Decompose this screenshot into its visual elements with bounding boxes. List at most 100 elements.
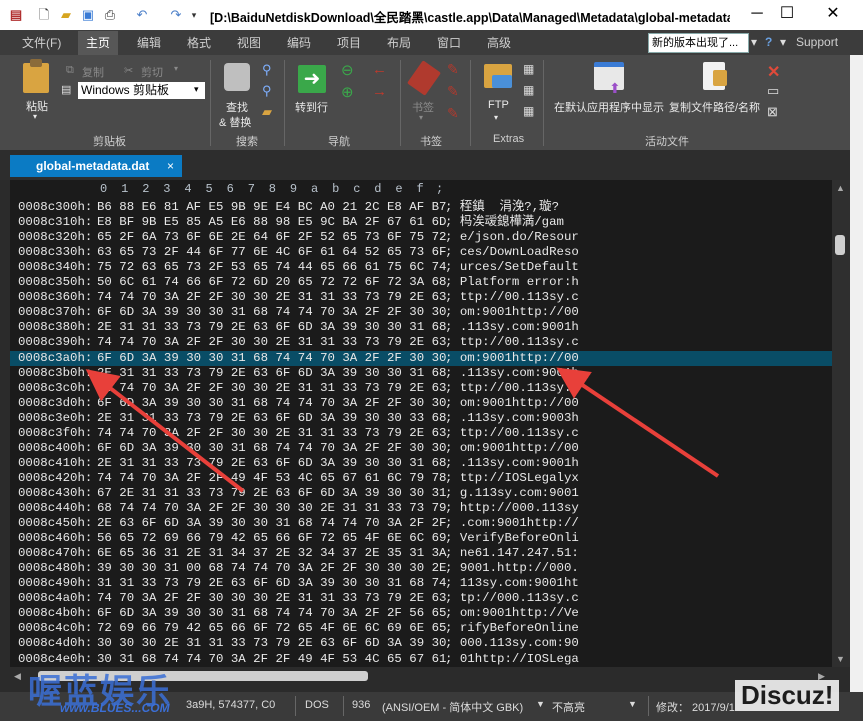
close-file-icon[interactable]: ✕ bbox=[767, 62, 780, 82]
menu-edit[interactable]: 编辑 bbox=[137, 34, 161, 52]
nav-next-icon[interactable]: → bbox=[372, 83, 387, 100]
hex-row[interactable]: 0008c480h: 39 30 30 31 00 68 74 74 70 3A … bbox=[10, 561, 832, 576]
menu-format[interactable]: 格式 bbox=[187, 34, 211, 52]
hex-row[interactable]: 0008c320h: 65 2F 6A 73 6F 6E 2E 64 6F 2F … bbox=[10, 230, 832, 245]
hex-row[interactable]: 0008c4c0h: 72 69 66 79 42 65 66 6F 72 65 … bbox=[10, 621, 832, 636]
help-icon[interactable]: ? bbox=[765, 35, 772, 49]
extras-tool-1-icon[interactable]: ▦ bbox=[523, 62, 534, 76]
menu-file[interactable]: 文件(F) bbox=[22, 34, 61, 52]
hex-row[interactable]: 0008c3e0h: 2E 31 31 33 73 79 2E 63 6F 6D … bbox=[10, 411, 832, 426]
hex-row[interactable]: 0008c340h: 75 72 63 65 73 2F 53 65 74 44 … bbox=[10, 260, 832, 275]
save-icon[interactable]: ▣ bbox=[80, 7, 96, 23]
redo-dropdown-icon[interactable]: ▾ bbox=[186, 7, 202, 23]
hex-row[interactable]: 0008c390h: 74 74 70 3A 2F 2F 30 30 2E 31 … bbox=[10, 335, 832, 350]
redo-icon[interactable]: ↷ bbox=[168, 7, 184, 23]
menu-advanced[interactable]: 高级 bbox=[487, 34, 511, 52]
cut-button[interactable]: 剪切 bbox=[141, 64, 163, 80]
hex-row[interactable]: 0008c3c0h: 74 74 70 3A 2F 2F 30 30 2E 31 … bbox=[10, 381, 832, 396]
menu-home[interactable]: 主页 bbox=[78, 31, 119, 55]
hex-row[interactable]: 0008c4b0h: 6F 6D 3A 39 30 30 31 68 74 74 … bbox=[10, 606, 832, 621]
ftp-button[interactable]: FTP bbox=[488, 99, 509, 111]
nav-back-icon[interactable]: ⊖ bbox=[341, 61, 354, 79]
hex-editor[interactable]: 0 1 2 3 4 5 6 7 8 9 a b c d e f; 0008c300h: B6 88 E6 81 … bbox=[10, 180, 832, 667]
hex-row[interactable]: 0008c420h: 74 74 70 3A 2F 2F 49 4F 53 4C … bbox=[10, 471, 832, 486]
hex-row[interactable]: 0008c310h: E8 BF 9B E5 85 A5 E6 88 98 E5 … bbox=[10, 215, 832, 230]
new-file-icon[interactable]: 🗋 bbox=[36, 7, 52, 23]
hex-row[interactable]: 0008c410h: 2E 31 31 33 73 79 2E 63 6F 6D … bbox=[10, 456, 832, 471]
hex-row[interactable]: 0008c4d0h: 30 30 30 2E 31 31 33 73 79 2E … bbox=[10, 636, 832, 651]
vertical-scroll-thumb[interactable] bbox=[835, 235, 845, 255]
find-replace-label-2[interactable]: & 替换 bbox=[219, 114, 251, 130]
status-highlight-dropdown-icon[interactable]: ▼ bbox=[536, 699, 545, 709]
bookmark-dropdown-icon[interactable]: ▾ bbox=[419, 113, 423, 122]
menu-view[interactable]: 视图 bbox=[237, 34, 261, 52]
find-replace-button[interactable]: 查找 bbox=[226, 99, 248, 115]
hex-row[interactable]: 0008c300h: B6 88 E6 81 AF E5 9B 9E E4 BC … bbox=[10, 200, 832, 215]
bookmark-clear-icon[interactable]: ✎ bbox=[447, 105, 459, 122]
hex-row[interactable]: 0008c440h: 68 74 74 70 3A 2F 2F 30 30 30 … bbox=[10, 501, 832, 516]
hex-row[interactable]: 0008c450h: 2E 63 6F 6D 3A 39 30 30 31 68 … bbox=[10, 516, 832, 531]
extras-tool-2-icon[interactable]: ▦ bbox=[523, 83, 534, 97]
scroll-down-icon[interactable]: ▼ bbox=[836, 654, 845, 664]
hex-row[interactable]: 0008c400h: 6F 6D 3A 39 30 30 31 68 74 74 … bbox=[10, 441, 832, 456]
close-button[interactable]: ✕ bbox=[813, 2, 853, 26]
hex-row[interactable]: 0008c3a0h: 6F 6D 3A 39 30 30 31 68 74 74 … bbox=[10, 350, 832, 366]
find-folder-icon[interactable]: ▰ bbox=[262, 104, 272, 120]
hex-row[interactable]: 0008c4a0h: 74 70 3A 2F 2F 30 30 30 2E 31 … bbox=[10, 591, 832, 606]
goto-line-button[interactable]: 转到行 bbox=[295, 99, 328, 115]
help-dropdown-icon[interactable]: ▾ bbox=[780, 35, 786, 49]
ftp-dropdown-icon[interactable]: ▾ bbox=[494, 113, 498, 122]
tab-global-metadata[interactable]: global-metadata.dat × bbox=[10, 155, 182, 177]
copy-button[interactable]: 复制 bbox=[82, 64, 104, 80]
menu-project[interactable]: 项目 bbox=[337, 34, 361, 52]
hex-row[interactable]: 0008c3b0h: 2E 31 31 33 73 79 2E 63 6F 6D … bbox=[10, 366, 832, 381]
tab-close-icon[interactable]: × bbox=[167, 155, 174, 177]
maximize-button[interactable]: ☐ bbox=[767, 2, 807, 26]
print-icon[interactable]: ⎙ bbox=[102, 7, 118, 23]
clipboard-select-chevron-down-icon[interactable]: ▾ bbox=[194, 84, 199, 95]
clipboard-select[interactable]: Windows 剪贴板 bbox=[78, 82, 205, 99]
open-default-app-button[interactable]: 在默认应用程序中显示 bbox=[554, 99, 664, 115]
scroll-up-icon[interactable]: ▲ bbox=[836, 183, 845, 193]
bookmark-next-icon[interactable]: ✎ bbox=[447, 83, 459, 100]
hex-row[interactable]: 0008c350h: 50 6C 61 74 66 6F 72 6D 20 65 … bbox=[10, 275, 832, 290]
support-link[interactable]: Support bbox=[796, 35, 838, 49]
hex-row[interactable]: 0008c490h: 31 31 33 73 79 2E 63 6F 6D 3A … bbox=[10, 576, 832, 591]
menu-window[interactable]: 窗口 bbox=[437, 34, 461, 52]
notice-dropdown-icon[interactable]: ▾ bbox=[751, 35, 757, 49]
hex-row-hex: 6F 6D 3A 39 30 30 31 68 74 74 70 3A 2F 2… bbox=[97, 395, 447, 410]
vertical-scrollbar[interactable]: ▲ ▼ bbox=[832, 180, 850, 667]
hex-row[interactable]: 0008c330h: 63 65 73 2F 44 6F 77 6E 4C 6F … bbox=[10, 245, 832, 260]
update-notice[interactable]: 新的版本出现了... bbox=[648, 33, 749, 53]
hex-row[interactable]: 0008c430h: 67 2E 31 31 33 73 79 2E 63 6F … bbox=[10, 486, 832, 501]
open-folder-icon[interactable]: ▰ bbox=[58, 7, 74, 23]
scroll-left-icon[interactable]: ◀ bbox=[14, 671, 21, 682]
replace-in-files-icon[interactable]: ⚲ bbox=[262, 83, 272, 99]
find-in-files-icon[interactable]: ⚲ bbox=[262, 62, 272, 78]
paste-dropdown-icon[interactable]: ▾ bbox=[33, 112, 37, 121]
hex-row[interactable]: 0008c380h: 2E 31 31 33 73 79 2E 63 6F 6D … bbox=[10, 320, 832, 335]
bookmark-prev-icon[interactable]: ✎ bbox=[447, 61, 459, 78]
menu-encoding[interactable]: 编码 bbox=[287, 34, 311, 52]
hex-row[interactable]: 0008c3f0h: 74 74 70 3A 2F 2F 30 30 2E 31 … bbox=[10, 426, 832, 441]
hex-row[interactable]: 0008c3d0h: 6F 6D 3A 39 30 30 31 68 74 74 … bbox=[10, 396, 832, 411]
navigation-group-label: 导航 bbox=[328, 136, 350, 148]
file-tool-3-icon[interactable]: ⊠ bbox=[767, 104, 778, 120]
copy-file-path-button[interactable]: 复制文件路径/名称 bbox=[669, 99, 760, 115]
hex-row[interactable]: 0008c460h: 56 65 72 69 66 79 42 65 66 6F … bbox=[10, 531, 832, 546]
hex-row[interactable]: 0008c470h: 6E 65 36 31 2E 31 34 37 2E 32 … bbox=[10, 546, 832, 561]
status-encoding[interactable]: (ANSI/OEM - 简体中文 GBK) bbox=[382, 699, 523, 715]
file-tool-2-icon[interactable]: ▭ bbox=[767, 83, 779, 99]
undo-icon[interactable]: ↶ bbox=[134, 7, 150, 23]
status-highlight[interactable]: 不高亮 bbox=[552, 699, 585, 715]
status-codepage[interactable]: 936 bbox=[352, 699, 370, 711]
cut-dropdown-icon[interactable]: ▾ bbox=[174, 64, 178, 73]
menu-layout[interactable]: 布局 bbox=[387, 34, 411, 52]
status-line-ending[interactable]: DOS bbox=[305, 699, 329, 711]
extras-tool-3-icon[interactable]: ▦ bbox=[523, 104, 534, 118]
status-highlight-chevron-icon[interactable]: ▼ bbox=[628, 699, 637, 709]
hex-row[interactable]: 0008c360h: 74 74 70 3A 2F 2F 30 30 2E 31 … bbox=[10, 290, 832, 305]
nav-forward-icon[interactable]: ⊕ bbox=[341, 83, 354, 101]
hex-row[interactable]: 0008c370h: 6F 6D 3A 39 30 30 31 68 74 74 … bbox=[10, 305, 832, 320]
nav-prev-icon[interactable]: ← bbox=[372, 61, 387, 78]
